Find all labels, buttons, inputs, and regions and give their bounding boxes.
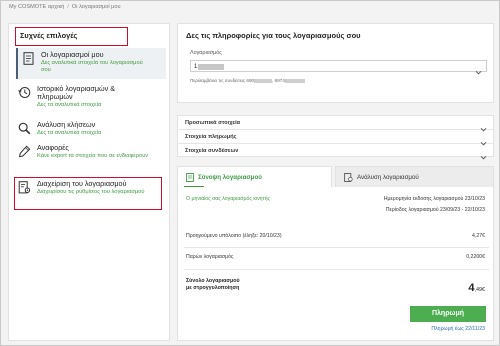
total-label-line-2: με στρογγυλοποίηση	[186, 285, 240, 291]
sidebar-item-subtitle: Κάνε export τα στοιχεία που σε ενδιαφέρο…	[37, 153, 149, 160]
sidebar-item-history[interactable]: Ιστορικό λογαριασμών & πληρωμών Δες τα α…	[17, 84, 167, 109]
tab-account-summary[interactable]: Σύνοψη λογαριασμού	[177, 166, 332, 188]
tab-label: Ανάλυση λογαριασμού	[357, 173, 419, 181]
previous-balance-label: Προηγούμενο υπόλοιπο (έληξε: 20/10/23)	[186, 233, 282, 239]
previous-balance-value: 4,27€	[472, 233, 485, 239]
accordion-connection-details[interactable]: Στοιχεία συνδέσεων	[178, 144, 493, 160]
sidebar-item-call-analysis[interactable]: Ανάλυση κλήσεων Δες τα αναλυτικά στοιχεί…	[17, 120, 167, 137]
chevron-down-icon	[475, 63, 482, 81]
total-label-line-1: Σύνολο λογαριασμού	[186, 278, 240, 284]
chevron-down-icon	[480, 148, 487, 166]
pay-button[interactable]: Πληρωμή	[410, 306, 486, 322]
page-frame: My COSMOTE αρχική / Οι λογαριασμοί μου Συχ…	[0, 0, 500, 346]
divider	[184, 269, 489, 270]
redacted-number	[254, 78, 273, 83]
account-select[interactable]: 1.	[190, 60, 487, 75]
sidebar-item-title: Οι λογαριασμοί μου	[41, 50, 104, 59]
pen-icon	[17, 145, 31, 159]
account-connections-note: Περιλαμβάνει τις συνδέσεις 690 , 6974	[190, 78, 305, 83]
account-info-card: Δες τις πληροφορίες για τους λογαριασμού…	[177, 23, 494, 103]
divider	[184, 247, 489, 248]
document-icon	[186, 173, 194, 182]
sidebar-item-subtitle: Δες τα αναλυτικά στοιχεία	[37, 130, 102, 137]
breadcrumb: My COSMOTE αρχική / Οι λογαριασμοί μου	[9, 4, 121, 10]
billing-period-row: Περίοδος λογαριασμού 23/09/23 - 22/10/23	[386, 207, 485, 213]
tab-account-analysis[interactable]: Ανάλυση λογαριασμού	[335, 166, 494, 188]
accordion-label: Προσωπικά στοιχεία	[185, 120, 241, 126]
issue-date-label: Ημερομηνία έκδοσης λογαριασμού	[383, 196, 464, 202]
accordion-payment-details[interactable]: Στοιχεία πληρωμής	[178, 130, 493, 146]
sidebar-item-title: Ιστορικό λογαριασμών & πληρωμών	[37, 84, 115, 102]
issue-date-value: 23/10/23	[464, 196, 485, 202]
breadcrumb-separator: /	[67, 4, 69, 10]
redacted-number	[284, 78, 305, 83]
redacted-account-number	[198, 64, 224, 70]
total-label: Σύνολο λογαριασμού με στρογγυλοποίηση	[186, 278, 240, 292]
total-amount-decimal: ,49€	[474, 287, 486, 293]
total-amount: 4,49€	[468, 278, 485, 296]
accordion-label: Στοιχεία συνδέσεων	[185, 148, 239, 154]
account-note-prefix: Περιλαμβάνει τις συνδέσεις 690	[190, 78, 255, 83]
account-label: Λογαριασμός	[190, 50, 222, 56]
sidebar-item-subtitle: Δες αναλυτικά στοιχεία του λογαριασμού σ…	[41, 60, 143, 73]
highlight-box	[14, 177, 162, 210]
page-title: Δες τις πληροφορίες για τους λογαριασμού…	[186, 31, 361, 40]
bill-description: Ο μηνιαίος σας λογαριασμός κινητής	[186, 196, 270, 202]
billing-period-label: Περίοδος λογαριασμού	[385, 207, 439, 213]
account-details-accordion: Προσωπικά στοιχεία Στοιχεία πληρωμής Στο…	[177, 115, 494, 160]
pay-until-date: Πληρωμή έως 22/11/23	[431, 326, 485, 332]
current-bill-value: 0,2200€	[466, 254, 485, 260]
current-bill-label: Παρών λογαριασμός	[186, 254, 234, 260]
breadcrumb-home[interactable]: My COSMOTE αρχική	[9, 4, 64, 10]
sidebar-item-title: Ανάλυση κλήσεων	[37, 120, 96, 129]
issue-date-row: Ημερομηνία έκδοσης λογαριασμού 23/10/23	[384, 196, 485, 202]
sidebar-title: Συχνές επιλογές	[15, 27, 128, 46]
sidebar-item-title: Αναφορές	[37, 143, 69, 152]
analysis-document-icon	[344, 172, 353, 182]
document-icon	[21, 52, 35, 66]
billing-period-value: 23/09/23 - 22/10/23	[440, 207, 485, 213]
summary-tabs: Σύνοψη λογαριασμού Ανάλυση λογαριασμού	[177, 166, 494, 188]
accordion-personal-details[interactable]: Προσωπικά στοιχεία	[178, 116, 493, 132]
accordion-label: Στοιχεία πληρωμής	[185, 134, 237, 140]
account-note-mid: , 6974	[272, 78, 285, 83]
breadcrumb-current: Οι λογαριασμοί μου	[71, 4, 121, 10]
sidebar-item-subtitle: Δες τα αναλυτικά στοιχεία	[37, 102, 102, 109]
tab-label: Σύνοψη λογαριασμού	[198, 174, 262, 181]
search-icon	[17, 122, 31, 136]
sidebar-item-reports[interactable]: Αναφορές Κάνε export τα στοιχεία που σε …	[17, 143, 167, 160]
sidebar-item-my-accounts[interactable]: Οι λογαριασμοί μου Δες αναλυτικά στοιχεί…	[16, 48, 166, 79]
account-summary-panel: Ο μηνιαίος σας λογαριασμός κινητής Ημερο…	[177, 187, 494, 341]
history-icon	[17, 86, 31, 100]
